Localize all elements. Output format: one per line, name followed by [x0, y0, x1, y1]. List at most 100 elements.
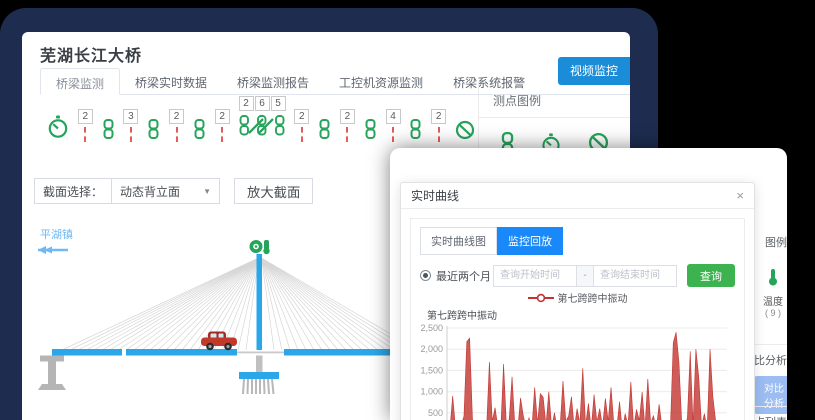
sensor-count-badge: 6 — [255, 96, 270, 111]
bridge-deck — [52, 349, 122, 356]
enlarge-section-button[interactable]: 放大截面 — [234, 178, 313, 204]
sensor-point[interactable]: 3 — [123, 109, 138, 142]
left-arrow-icon — [38, 246, 68, 254]
chain-link-icon[interactable] — [364, 119, 377, 145]
chevron-down-icon: ▼ — [203, 187, 211, 196]
tab-ipc-resource[interactable]: 工控机资源监测 — [324, 68, 438, 95]
realtime-curve-dialog: 实时曲线 × 实时曲线图 监控回放 最近两个月 - 查询 — [400, 182, 755, 420]
sensor-marker-line — [392, 127, 394, 142]
sensor-count-badge: 2 — [78, 109, 93, 124]
sensor-count-badge: 4 — [386, 109, 401, 124]
sensor-point[interactable]: 2 — [294, 109, 309, 142]
divider — [754, 406, 787, 407]
recent-two-months-label: 最近两个月 — [436, 268, 491, 284]
thermometer-icon — [767, 268, 779, 291]
sensor-marker-line — [301, 127, 303, 142]
chain-link-icon[interactable] — [102, 119, 115, 145]
strain-sensor-cluster-icon — [239, 115, 285, 142]
video-monitor-button[interactable]: 视频监控 — [558, 57, 630, 85]
sidebar-legend-header: 图例 — [754, 234, 787, 250]
sensor-count-badge: 2 — [294, 109, 309, 124]
legend-panel-title: 测点图例 — [479, 82, 630, 118]
sensor-count-badge: 2 — [340, 109, 355, 124]
section-select-dropdown[interactable]: 动态背立面 ▼ — [111, 179, 219, 203]
chain-link-icon[interactable] — [147, 119, 160, 145]
chain-link-icon[interactable] — [193, 119, 206, 145]
chart-legend[interactable]: 第七跨跨中振动 — [411, 290, 744, 305]
bridge-elevation-svg — [22, 238, 422, 420]
sensor-count-badge: 5 — [271, 96, 286, 111]
query-end-time-input[interactable] — [593, 265, 677, 287]
recent-two-months-radio[interactable] — [420, 270, 431, 281]
sensor-marker-line — [438, 127, 440, 142]
temperature-item[interactable]: 温度 ( 9 ) — [763, 268, 783, 318]
section-select-row: 截面选择： 动态背立面 ▼ 放大截面 — [34, 178, 313, 204]
sensor-point[interactable]: 2 — [215, 109, 230, 142]
chain-link-icon[interactable] — [318, 119, 331, 145]
close-icon[interactable]: × — [736, 189, 744, 202]
divider — [754, 344, 787, 345]
compare-analysis-button[interactable]: 对比分析 — [754, 376, 787, 414]
sensor-marker-line — [130, 127, 132, 142]
bridge-tower — [257, 254, 263, 350]
sensor-marker-line — [176, 127, 178, 142]
sensor-row: 2 3 2 2 2 6 5 2 2 4 2 — [47, 92, 475, 142]
sensor-count-badge: 2 — [431, 109, 446, 124]
temperature-count: ( 9 ) — [765, 308, 781, 318]
dialog-tab-buttons: 实时曲线图 监控回放 — [411, 219, 744, 255]
sensor-point[interactable]: 2 — [431, 109, 446, 142]
left-pier — [38, 356, 66, 391]
chart-axis-title: 第七跨跨中振动 — [427, 307, 744, 322]
date-range-picker: - — [493, 265, 677, 287]
tower-piles — [243, 379, 274, 394]
chain-link-icon[interactable] — [409, 119, 422, 145]
range-separator: - — [577, 265, 593, 287]
dialog-header: 实时曲线 × — [401, 183, 754, 209]
car — [201, 332, 237, 351]
tab-bridge-monitoring[interactable]: 桥梁监测 — [40, 68, 120, 95]
dialog-title: 实时曲线 — [411, 187, 459, 204]
section-select-value: 动态背立面 — [120, 183, 180, 200]
tab-monitor-playback[interactable]: 监控回放 — [497, 227, 563, 255]
query-controls: 最近两个月 - 查询 — [411, 255, 744, 287]
sensor-count-badge: 3 — [123, 109, 138, 124]
vibration-series — [447, 332, 727, 420]
legend-marker-icon — [528, 293, 554, 303]
y-tick-label: 500 — [428, 408, 443, 418]
query-start-time-input[interactable] — [493, 265, 577, 287]
sensor-point[interactable]: 2 — [169, 109, 184, 142]
sensor-count-badge: 2 — [169, 109, 184, 124]
y-tick-label: 2,000 — [420, 344, 443, 354]
sensor-cluster[interactable]: 2 6 5 — [239, 96, 286, 142]
sensor-marker-line — [84, 127, 86, 142]
camera-icon — [250, 240, 270, 254]
tower-cap — [239, 372, 279, 379]
bridge-diagram: 平湖镇 — [22, 224, 422, 420]
secondary-window: 图例 温度 ( 9 ) 对比分析 对比分析 测点列表 实时曲线 × 实时曲线图 … — [390, 148, 787, 420]
sensor-point[interactable]: 2 — [78, 109, 93, 142]
right-sidebar: 图例 温度 ( 9 ) 对比分析 对比分析 测点列表 — [754, 228, 787, 420]
sensor-marker-line — [346, 127, 348, 142]
y-tick-label: 1,500 — [420, 365, 443, 375]
dialog-content-panel: 实时曲线图 监控回放 最近两个月 - 查询 第七跨跨中振动 — [410, 218, 745, 420]
tab-monitoring-report[interactable]: 桥梁监测报告 — [222, 68, 324, 95]
temperature-label: 温度 — [763, 293, 783, 308]
weigh-gauge-icon[interactable] — [47, 114, 69, 145]
sensor-point[interactable]: 2 — [340, 109, 355, 142]
sensor-point[interactable]: 4 — [386, 109, 401, 142]
tab-realtime-curve-chart[interactable]: 实时曲线图 — [420, 227, 497, 255]
point-list-header: 测点列表 — [754, 414, 787, 420]
sensor-marker-line — [221, 127, 223, 142]
compare-section-header: 对比分析 — [754, 352, 787, 368]
vibration-chart: 05001,0001,5002,0002,5002018-09-30 16:01… — [411, 322, 756, 420]
prohibit-icon[interactable] — [455, 120, 475, 145]
legend-series-name: 第七跨跨中振动 — [558, 290, 628, 305]
y-tick-label: 2,500 — [420, 323, 443, 333]
query-button[interactable]: 查询 — [687, 264, 735, 287]
deck-joint — [237, 352, 284, 354]
page-title: 芜湖长江大桥 — [40, 42, 142, 66]
sensor-count-badge: 2 — [215, 109, 230, 124]
tab-realtime-data[interactable]: 桥梁实时数据 — [120, 68, 222, 95]
sensor-count-badge: 2 — [239, 96, 254, 111]
y-tick-label: 1,000 — [420, 387, 443, 397]
